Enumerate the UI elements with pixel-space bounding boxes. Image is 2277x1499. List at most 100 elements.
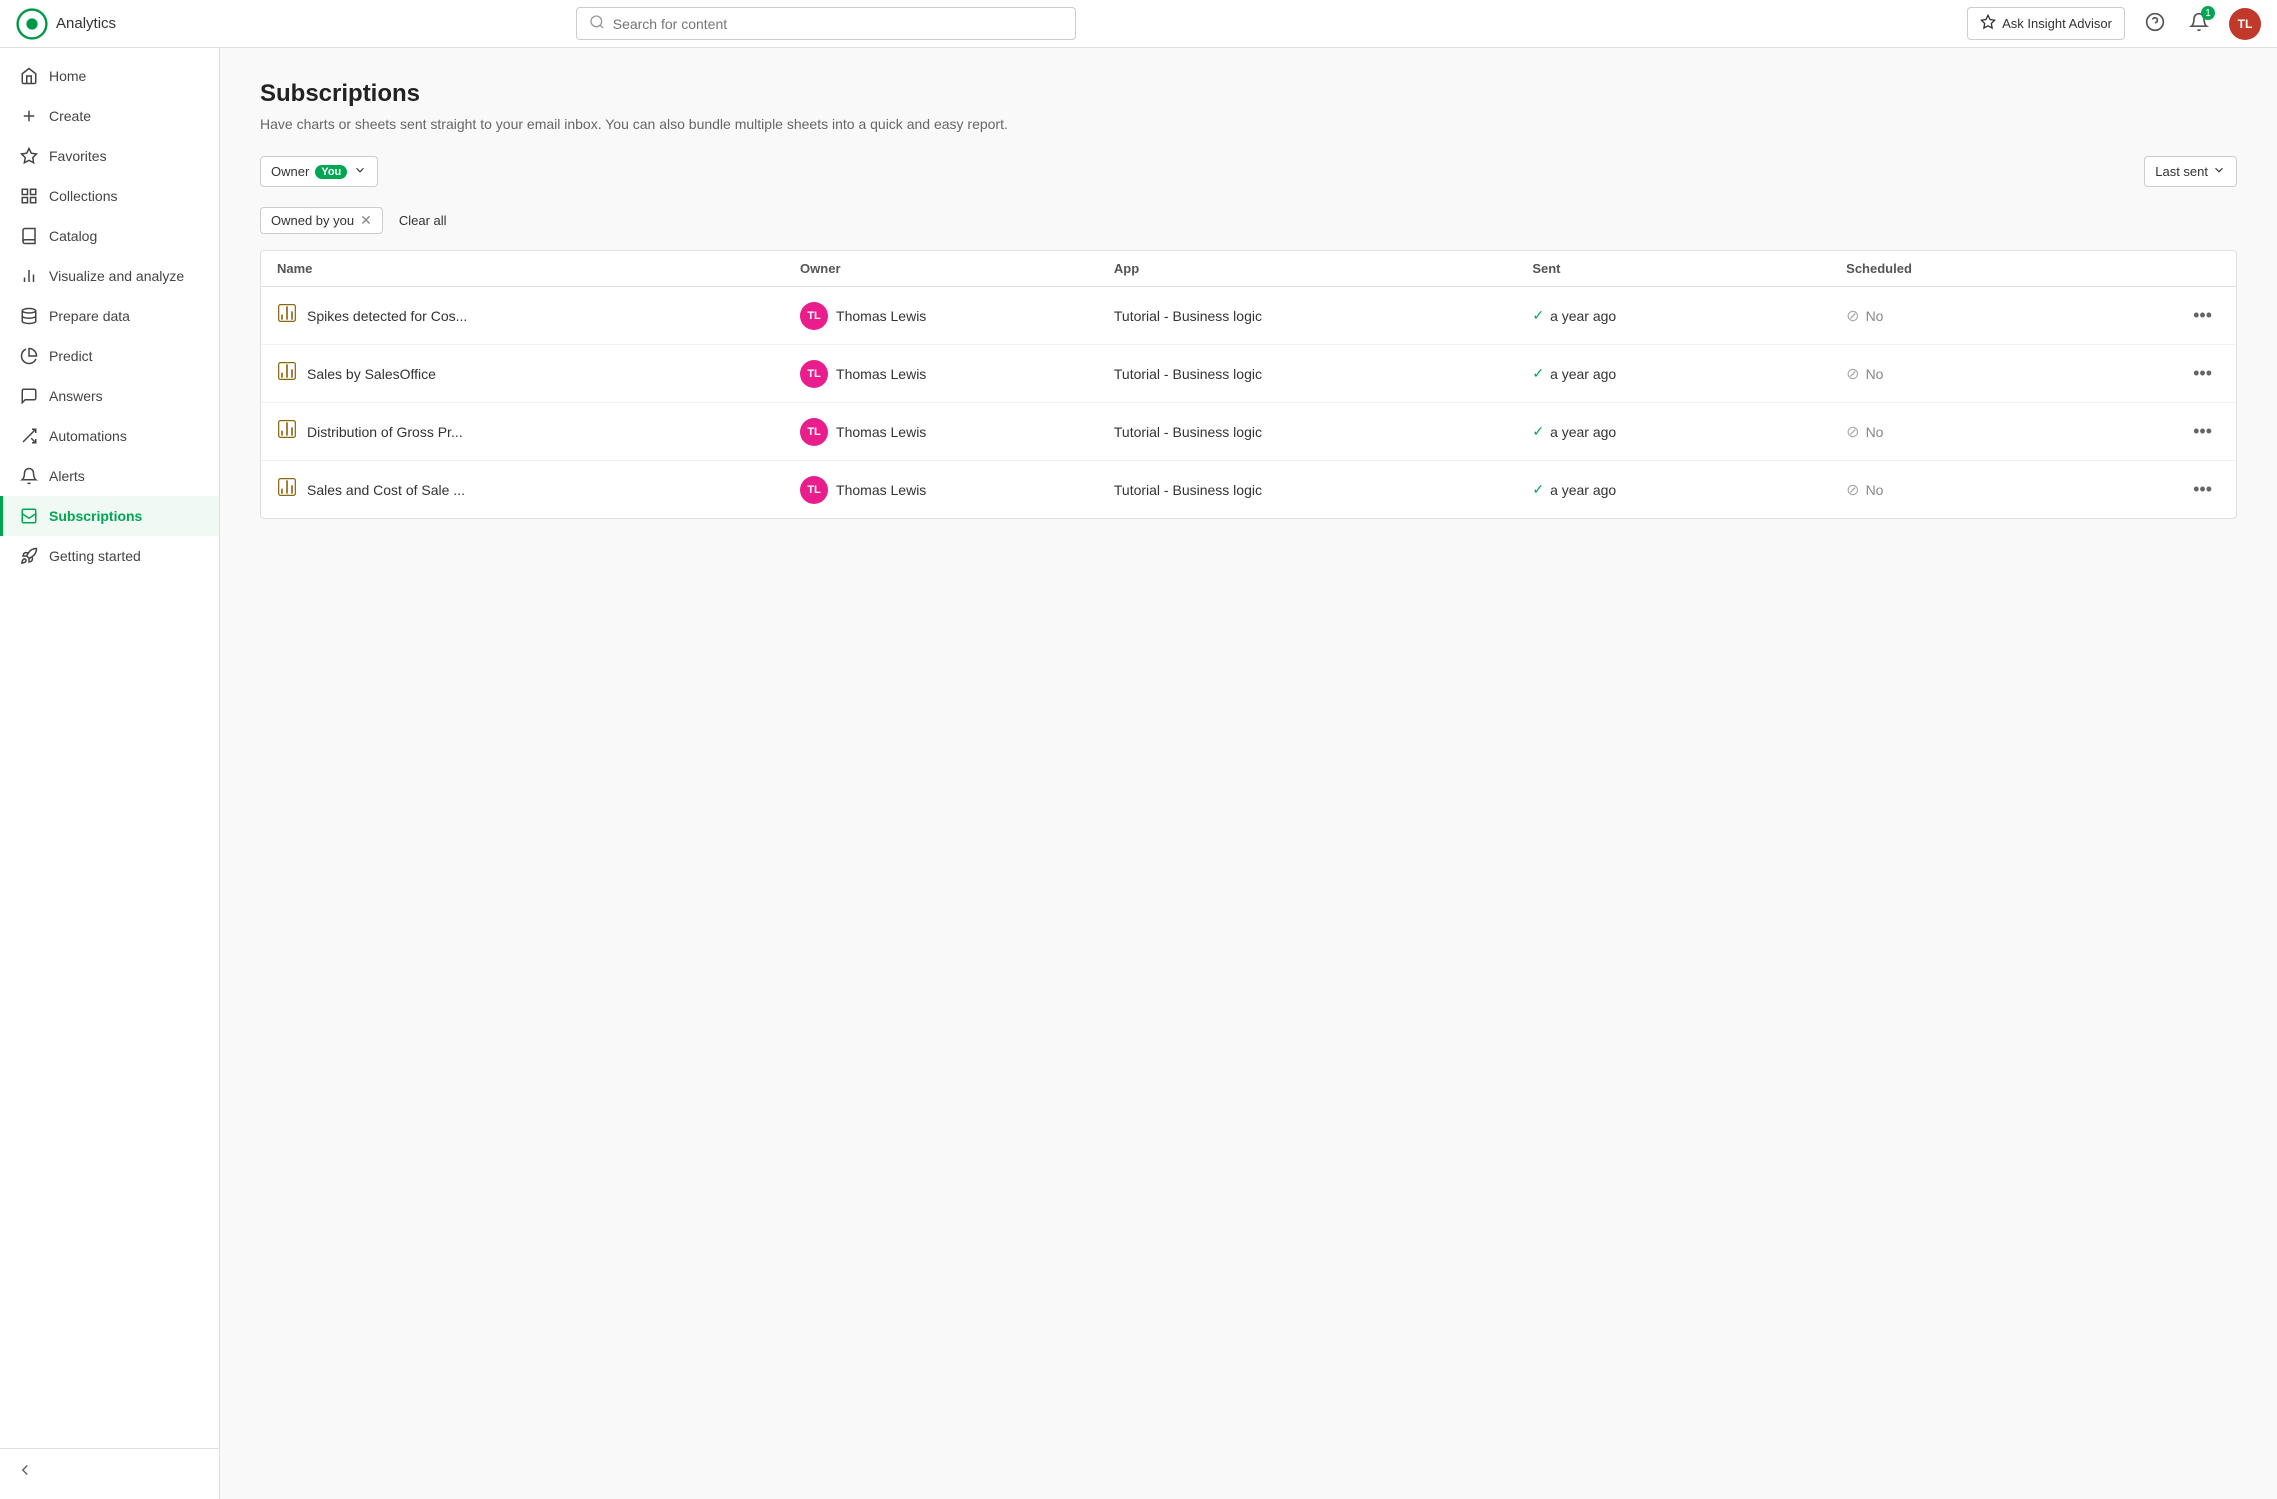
search-input[interactable] [613, 16, 1063, 32]
cell-app-2: Tutorial - Business logic [1114, 424, 1532, 440]
chart-bar-icon [277, 477, 297, 502]
no-scheduled-icon: ⊘ [1846, 306, 1859, 326]
table-row: Distribution of Gross Pr... TL Thomas Le… [261, 403, 2236, 461]
cell-app-0: Tutorial - Business logic [1114, 308, 1532, 324]
owner-filter-label: Owner [271, 164, 309, 179]
cell-menu-2: ••• [2160, 417, 2220, 446]
col-owner: Owner [800, 261, 1114, 276]
sent-time: a year ago [1550, 482, 1616, 498]
chip-label: Owned by you [271, 213, 354, 228]
sidebar-item-label: Alerts [49, 468, 85, 484]
sent-time: a year ago [1550, 424, 1616, 440]
sidebar-item-label: Prepare data [49, 308, 130, 324]
no-scheduled-icon: ⊘ [1846, 422, 1859, 442]
app-logo[interactable]: Analytics [16, 8, 116, 40]
sidebar-item-automations[interactable]: Automations [0, 416, 219, 456]
search-bar[interactable] [576, 7, 1076, 40]
chevron-down-icon [353, 163, 367, 180]
sort-button[interactable]: Last sent [2144, 156, 2237, 187]
check-icon: ✓ [1532, 365, 1544, 382]
prepare-icon [19, 306, 39, 326]
owner-avatar-0: TL [800, 302, 828, 330]
sent-time: a year ago [1550, 308, 1616, 324]
sidebar-item-getting-started[interactable]: Getting started [0, 536, 219, 576]
cell-name-0: Spikes detected for Cos... [277, 303, 800, 328]
help-button[interactable] [2141, 8, 2169, 39]
no-scheduled-icon: ⊘ [1846, 480, 1859, 500]
page-description: Have charts or sheets sent straight to y… [260, 116, 2237, 132]
sidebar-item-catalog[interactable]: Catalog [0, 216, 219, 256]
row-name: Sales by SalesOffice [307, 366, 436, 382]
scheduled-value: No [1866, 482, 1884, 498]
sidebar-item-answers[interactable]: Answers [0, 376, 219, 416]
cell-owner-1: TL Thomas Lewis [800, 360, 1114, 388]
owner-name-1: Thomas Lewis [836, 366, 926, 382]
row-name: Sales and Cost of Sale ... [307, 482, 465, 498]
no-scheduled-icon: ⊘ [1846, 364, 1859, 384]
cell-sent-3: ✓ a year ago [1532, 481, 1846, 498]
clear-all-button[interactable]: Clear all [391, 209, 455, 232]
sidebar-item-subscriptions[interactable]: Subscriptions [0, 496, 219, 536]
answers-icon [19, 386, 39, 406]
cell-menu-3: ••• [2160, 475, 2220, 504]
sidebar-item-favorites[interactable]: Favorites [0, 136, 219, 176]
col-scheduled: Scheduled [1846, 261, 2160, 276]
notifications-button[interactable]: 1 [2185, 8, 2213, 39]
sidebar-item-label: Collections [49, 188, 117, 204]
subscriptions-icon [19, 506, 39, 526]
cell-sent-2: ✓ a year ago [1532, 423, 1846, 440]
collapse-sidebar-button[interactable] [0, 1448, 219, 1491]
more-options-button-2[interactable]: ••• [2185, 417, 2220, 446]
col-actions [2160, 261, 2220, 276]
cell-menu-0: ••• [2160, 301, 2220, 330]
chart-bar-icon [277, 361, 297, 386]
insight-advisor-button[interactable]: Ask Insight Advisor [1967, 7, 2125, 40]
star-icon [19, 146, 39, 166]
sidebar-item-collections[interactable]: Collections [0, 176, 219, 216]
owner-avatar-3: TL [800, 476, 828, 504]
scheduled-value: No [1866, 308, 1884, 324]
sidebar-item-predict[interactable]: Predict [0, 336, 219, 376]
owner-filter-button[interactable]: Owner You [260, 156, 378, 187]
sidebar: Home Create Favorites Collections Catalo… [0, 48, 220, 1499]
more-options-button-0[interactable]: ••• [2185, 301, 2220, 330]
plus-icon [19, 106, 39, 126]
sidebar-item-visualize[interactable]: Visualize and analyze [0, 256, 219, 296]
sidebar-item-label: Home [49, 68, 86, 84]
cell-scheduled-0: ⊘ No [1846, 306, 2160, 326]
active-filters: Owned by you ✕ Clear all [260, 207, 2237, 234]
rocket-icon [19, 546, 39, 566]
app-name: Analytics [56, 15, 116, 32]
user-avatar[interactable]: TL [2229, 8, 2261, 40]
col-app: App [1114, 261, 1532, 276]
cell-owner-2: TL Thomas Lewis [800, 418, 1114, 446]
sidebar-item-create[interactable]: Create [0, 96, 219, 136]
cell-menu-1: ••• [2160, 359, 2220, 388]
sidebar-item-label: Predict [49, 348, 93, 364]
more-options-button-1[interactable]: ••• [2185, 359, 2220, 388]
sidebar-item-label: Automations [49, 428, 127, 444]
cell-owner-3: TL Thomas Lewis [800, 476, 1114, 504]
more-options-button-3[interactable]: ••• [2185, 475, 2220, 504]
chart-bar-icon [277, 303, 297, 328]
sort-label: Last sent [2155, 164, 2208, 179]
sidebar-item-prepare[interactable]: Prepare data [0, 296, 219, 336]
cell-scheduled-2: ⊘ No [1846, 422, 2160, 442]
owned-by-you-chip: Owned by you ✕ [260, 207, 383, 234]
predict-icon [19, 346, 39, 366]
sidebar-item-alerts[interactable]: Alerts [0, 456, 219, 496]
insight-advisor-icon [1980, 14, 1996, 33]
page-title: Subscriptions [260, 80, 2237, 108]
sidebar-item-label: Create [49, 108, 91, 124]
check-icon: ✓ [1532, 423, 1544, 440]
row-name: Spikes detected for Cos... [307, 308, 467, 324]
catalog-icon [19, 226, 39, 246]
col-name: Name [277, 261, 800, 276]
sidebar-item-label: Answers [49, 388, 103, 404]
main-content: Subscriptions Have charts or sheets sent… [220, 48, 2277, 1499]
cell-name-1: Sales by SalesOffice [277, 361, 800, 386]
owner-name-2: Thomas Lewis [836, 424, 926, 440]
sidebar-item-home[interactable]: Home [0, 56, 219, 96]
filter-bar: Owner You Last sent [260, 156, 2237, 187]
chip-close-button[interactable]: ✕ [360, 212, 372, 229]
